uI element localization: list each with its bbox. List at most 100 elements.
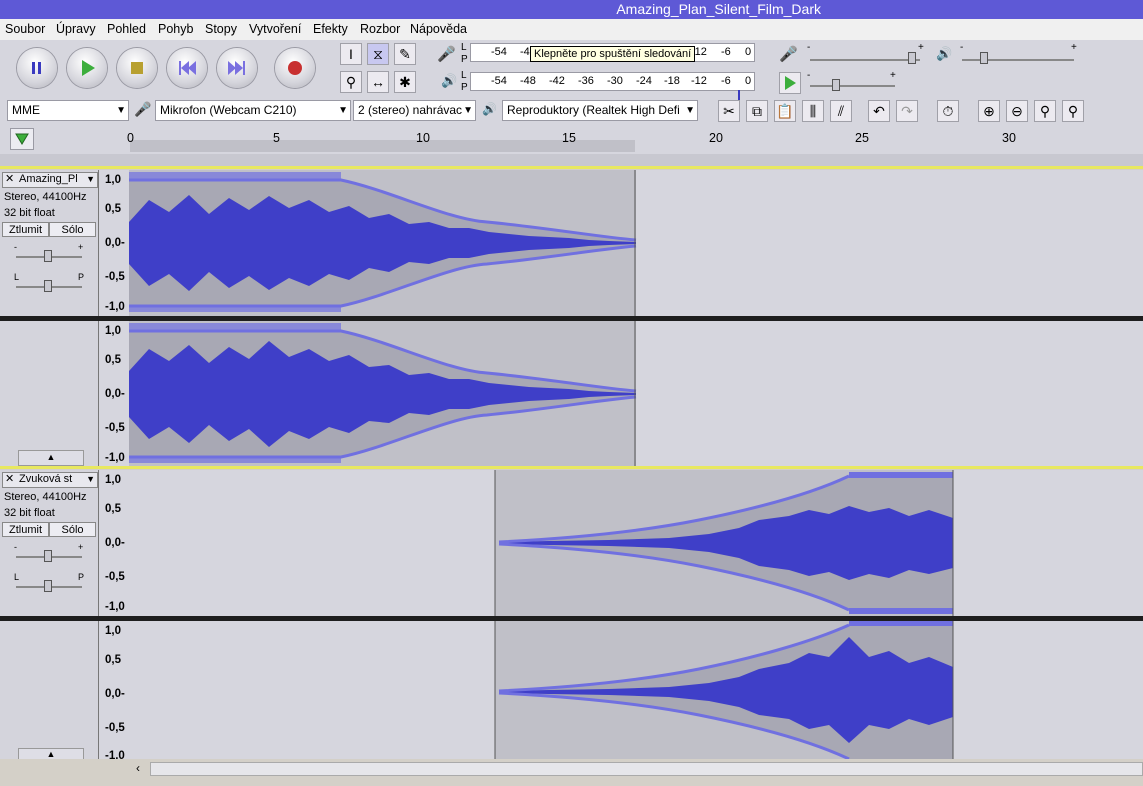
track-name-menu[interactable]: ✕ Amazing_Pl ▼: [2, 172, 98, 188]
redo-button[interactable]: ↷: [896, 100, 918, 122]
menu-vytvoreni[interactable]: Vytvoření: [249, 22, 301, 36]
output-device-value: Reproduktory (Realtek High Defi: [507, 103, 680, 117]
solo-button[interactable]: Sólo: [49, 222, 96, 237]
menu-upravy[interactable]: Úpravy: [56, 22, 96, 36]
mute-button[interactable]: Ztlumit: [2, 222, 49, 237]
pan-thumb[interactable]: [44, 280, 52, 292]
scale-label: -0,5: [105, 271, 125, 283]
scroll-left-icon[interactable]: ‹: [136, 761, 140, 775]
menu-efekty[interactable]: Efekty: [313, 22, 348, 36]
paste-button[interactable]: 📋: [774, 100, 796, 122]
waveform-channel[interactable]: [129, 621, 1143, 761]
envelope-tool-button[interactable]: ⧖: [367, 43, 389, 65]
waveform-channel[interactable]: [129, 470, 1143, 616]
chevron-down-icon: ▼: [685, 105, 695, 116]
ruler-label: 0: [127, 131, 134, 145]
host-combo[interactable]: MME ▼: [7, 100, 129, 121]
menu-soubor[interactable]: Soubor: [5, 22, 45, 36]
pan-right-label: P: [78, 572, 85, 582]
redo-icon: ↷: [901, 103, 913, 119]
record-meter-R-label: P: [461, 54, 468, 65]
output-slider-plus: +: [1071, 42, 1077, 53]
zoom-in-button[interactable]: ⊕: [978, 100, 1000, 122]
waveform-svg: [494, 470, 954, 616]
menu-napoveda[interactable]: Nápověda: [410, 22, 467, 36]
copy-button[interactable]: ⧉: [746, 100, 768, 122]
zoom-out-button[interactable]: ⊖: [1006, 100, 1028, 122]
speaker-icon[interactable]: 🔊: [441, 73, 457, 89]
play-at-speed-button[interactable]: [779, 72, 801, 94]
output-volume-icon: 🔊: [936, 46, 953, 61]
sync-lock-button[interactable]: ⏱: [937, 100, 959, 122]
pan-thumb[interactable]: [44, 580, 52, 592]
undo-button[interactable]: ↶: [868, 100, 890, 122]
channels-combo[interactable]: 2 (stereo) nahrávac ▼: [353, 100, 476, 121]
mic-icon[interactable]: 🎤: [437, 45, 456, 63]
zoom-out-icon: ⊖: [1011, 103, 1023, 119]
output-volume-thumb[interactable]: [980, 52, 988, 64]
draw-tool-button[interactable]: ✎: [394, 43, 416, 65]
scale-label: 1,0: [105, 325, 121, 337]
input-volume-thumb[interactable]: [908, 52, 916, 64]
input-slider-minus: -: [807, 42, 811, 53]
output-slider-minus: -: [960, 42, 964, 53]
stop-icon: [117, 48, 157, 88]
ibeam-icon: I: [349, 46, 353, 62]
gain-thumb[interactable]: [44, 550, 52, 562]
scale-label: 1,0: [105, 474, 121, 486]
menu-stopy[interactable]: Stopy: [205, 22, 237, 36]
zoom-tool-button[interactable]: ⚲: [340, 71, 362, 93]
track-name-menu[interactable]: ✕ Zvuková st ▼: [2, 472, 98, 488]
trim-button[interactable]: ⫼: [802, 100, 824, 122]
timeline-ruler[interactable]: 0 5 10 15 20 25 30: [0, 126, 1143, 154]
horizontal-scrollbar[interactable]: [150, 762, 1143, 776]
gain-thumb[interactable]: [44, 250, 52, 262]
selection-tool-button[interactable]: I: [340, 43, 362, 65]
play-meter-tick: -36: [578, 75, 594, 87]
play-button[interactable]: [67, 48, 107, 88]
record-button[interactable]: [275, 48, 315, 88]
menu-pohled[interactable]: Pohled: [107, 22, 146, 36]
play-speed-thumb[interactable]: [832, 79, 840, 91]
menu-pohyb[interactable]: Pohyb: [158, 22, 193, 36]
speed-slider-minus: -: [807, 70, 811, 81]
fit-selection-button[interactable]: ⚲: [1034, 100, 1056, 122]
ruler-label: 15: [562, 131, 576, 145]
output-volume-slider[interactable]: [962, 59, 1074, 61]
play-meter-tick: -24: [636, 75, 652, 87]
cut-button[interactable]: ✂: [718, 100, 740, 122]
collapse-track-button[interactable]: ▲: [18, 450, 84, 466]
waveform-channel[interactable]: [129, 321, 1143, 467]
waveform-channel[interactable]: [129, 170, 1143, 316]
trim-audio-icon: ⫼: [809, 103, 817, 119]
stop-button[interactable]: [117, 48, 157, 88]
mute-button[interactable]: Ztlumit: [2, 522, 49, 537]
output-device-combo[interactable]: Reproduktory (Realtek High Defi ▼: [502, 100, 698, 121]
input-volume-slider[interactable]: [810, 59, 920, 61]
fit-selection-icon: ⚲: [1039, 103, 1051, 119]
playback-meter[interactable]: -54 -48 -42 -36 -30 -24 -18 -12 -6 0: [470, 72, 755, 91]
play-head-button[interactable]: [10, 128, 34, 150]
pause-button[interactable]: [17, 48, 57, 88]
host-value: MME: [12, 103, 40, 117]
menu-bar: Soubor Úpravy Pohled Pohyb Stopy Vytvoře…: [0, 19, 1143, 40]
paste-icon: 📋: [776, 103, 794, 119]
ruler-strip: [0, 154, 1143, 166]
multi-tool-button[interactable]: ✱: [394, 71, 416, 93]
skip-start-button[interactable]: [167, 48, 207, 88]
track-bitdepth: 32 bit float: [4, 207, 55, 219]
track-format: Stereo, 44100Hz: [4, 491, 87, 503]
input-device-value: Mikrofon (Webcam C210): [160, 103, 297, 117]
fit-project-button[interactable]: ⚲: [1062, 100, 1084, 122]
timeshift-tool-button[interactable]: ↔: [367, 71, 389, 93]
solo-button[interactable]: Sólo: [49, 522, 96, 537]
skip-end-button[interactable]: [217, 48, 257, 88]
close-icon[interactable]: ✕: [5, 173, 14, 186]
input-device-combo[interactable]: Mikrofon (Webcam C210) ▼: [155, 100, 351, 121]
chevron-down-icon: ▼: [86, 174, 95, 184]
silence-button[interactable]: ⫽: [830, 100, 852, 122]
title-bar: Amazing_Plan_Silent_Film_Dark: [0, 0, 1143, 19]
play-speed-slider[interactable]: [810, 85, 895, 87]
close-icon[interactable]: ✕: [5, 473, 14, 486]
menu-rozbor[interactable]: Rozbor: [360, 22, 400, 36]
